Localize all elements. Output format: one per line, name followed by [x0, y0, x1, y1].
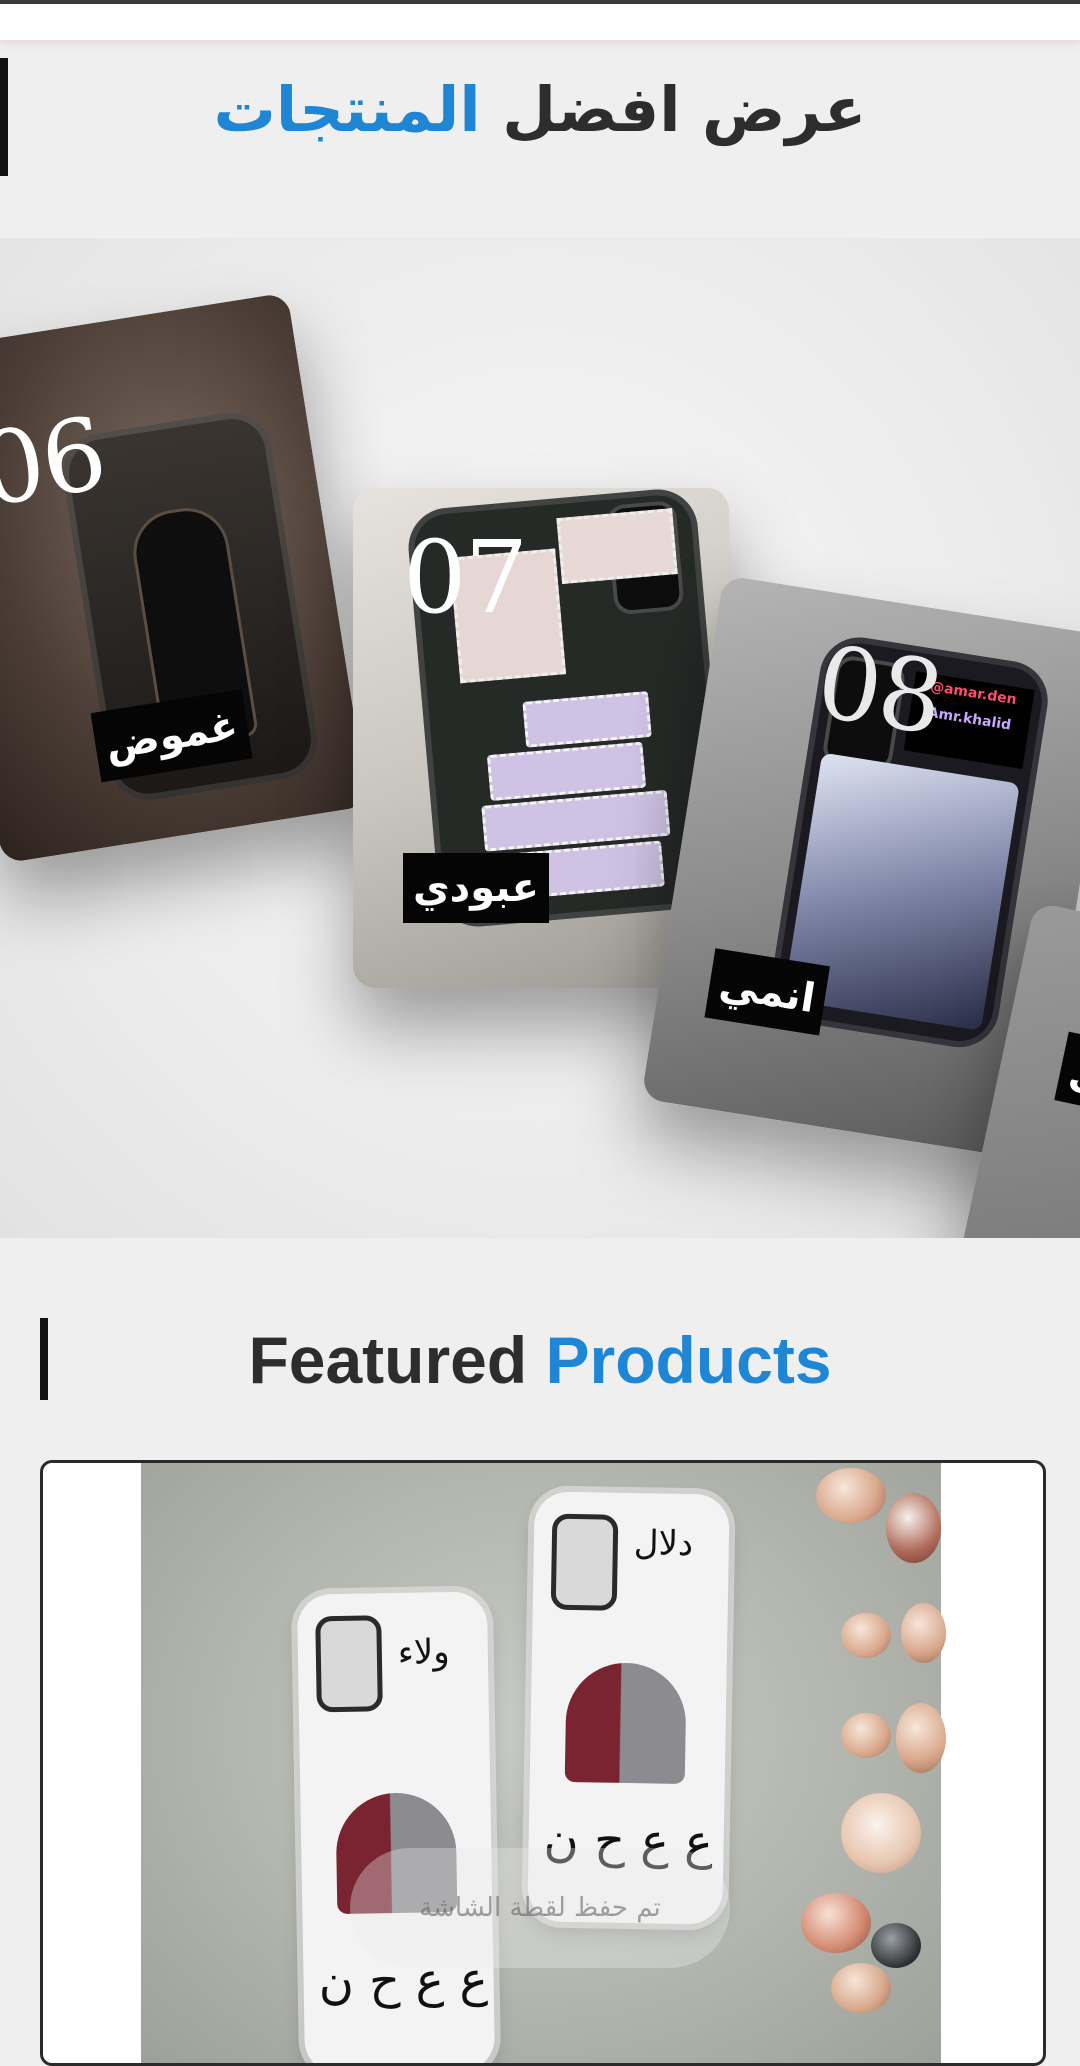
camera-cutout: [550, 1513, 619, 1611]
product-photo: ولاء ع ع ح ن دلال ع ع ح ن: [141, 1463, 946, 2063]
section-title-best-products: عرض افضل المنتجات: [0, 70, 1080, 150]
seashell-decoration: [841, 1713, 891, 1758]
section-title-featured-products: Featured Products: [0, 1315, 1080, 1405]
slide-number: 07: [403, 519, 528, 636]
title-accent-part: المنتجات: [213, 73, 481, 146]
carousel-slide-06[interactable]: 06 غموض: [0, 292, 369, 864]
text-sticker: [486, 741, 647, 802]
seashell-decoration: [841, 1793, 921, 1873]
seashell-decoration: [841, 1613, 891, 1658]
screenshot-saved-toast: تم حفظ لقطة الشاشة: [350, 1848, 730, 1968]
title-dark-part: عرض افضل: [502, 73, 867, 146]
camera-cutout: [315, 1615, 383, 1713]
top-divider: [0, 0, 1080, 4]
seashell-decoration: [901, 1603, 946, 1663]
featured-product-card[interactable]: ولاء ع ع ح ن دلال ع ع ح ن: [40, 1460, 1046, 2066]
product-carousel[interactable]: 06 غموض 07 عبودي @amar.den Amr.khalid 08: [0, 238, 1080, 1238]
case-script-name: دلال: [633, 1523, 694, 1565]
seashell-decoration: [886, 1493, 941, 1563]
slide-number: 08: [809, 622, 950, 758]
slide-label: عبودي: [403, 853, 549, 923]
text-sticker: [522, 690, 652, 748]
case-script-name: ولاء: [397, 1632, 450, 1673]
couple-illustration: [564, 1661, 687, 1784]
title-accent-part: Products: [545, 1323, 832, 1397]
seashell-decoration: [816, 1468, 886, 1523]
seashell-decoration: [831, 1963, 891, 2013]
top-app-bar: [0, 0, 1080, 41]
note-sticker: [556, 508, 678, 585]
phone-case-left: ولاء ع ع ح ن: [296, 1591, 496, 2063]
seashell-decoration: [801, 1893, 871, 1953]
seashell-decoration: [896, 1703, 946, 1773]
seashell-decoration: [871, 1923, 921, 1968]
slide-number: 06: [0, 394, 113, 530]
title-dark-part: Featured: [248, 1323, 528, 1397]
